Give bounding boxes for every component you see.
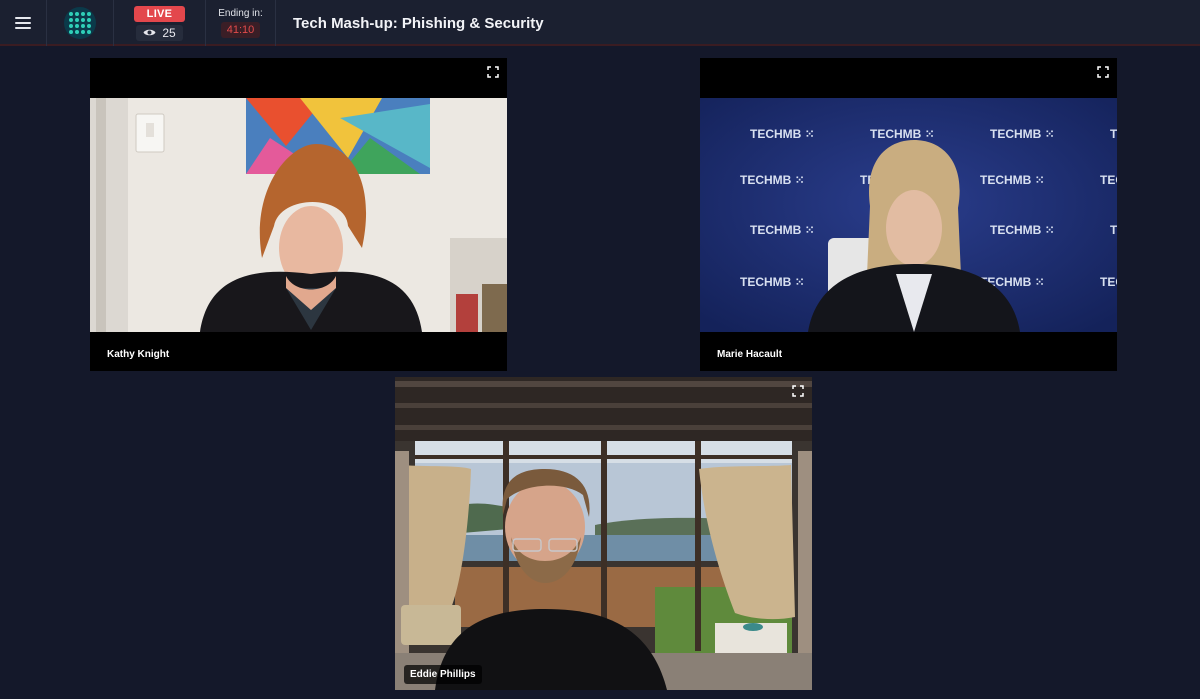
backdrop-logo: TECHMB ⁙ bbox=[1110, 127, 1117, 141]
backdrop-logo: TECHMB ⁙ bbox=[990, 223, 1055, 237]
backdrop-logo: TECHMB ⁙ bbox=[740, 173, 805, 187]
top-bar: LIVE 25 Ending in: 41:10 Tech Mash-up: P… bbox=[0, 0, 1200, 46]
countdown-timer: 41:10 bbox=[220, 22, 261, 38]
backdrop-logo: TECHMB ⁙ bbox=[1110, 223, 1117, 237]
participant-name: Kathy Knight bbox=[107, 349, 170, 360]
fullscreen-icon[interactable] bbox=[1097, 66, 1109, 78]
live-badge: LIVE bbox=[133, 5, 186, 22]
backdrop-logo: TECHMB ⁙ bbox=[980, 173, 1045, 187]
eye-icon bbox=[143, 29, 156, 36]
backdrop-logo: TECHMB ⁙ bbox=[1100, 275, 1117, 289]
logo-icon bbox=[64, 7, 96, 39]
backdrop-logo: TECHMB ⁙ bbox=[750, 127, 815, 141]
backdrop-logo: TECHMB ⁙ bbox=[1100, 173, 1117, 187]
backdrop-logo: TECHMB ⁙ bbox=[750, 223, 815, 237]
live-status: LIVE 25 bbox=[114, 0, 206, 46]
webcam-image bbox=[395, 377, 812, 690]
video-tile-kathy-knight[interactable]: Kathy Knight bbox=[90, 58, 507, 371]
video-feed bbox=[90, 98, 507, 332]
logo-container bbox=[47, 0, 114, 46]
viewer-count-value: 25 bbox=[162, 25, 176, 40]
participant-name: Eddie Phillips bbox=[404, 665, 482, 684]
backdrop-logo: TECHMB ⁙ bbox=[740, 275, 805, 289]
menu-button[interactable] bbox=[0, 0, 47, 46]
fullscreen-icon[interactable] bbox=[792, 385, 804, 397]
backdrop-logo: TECHMB ⁙ bbox=[870, 127, 935, 141]
video-tile-eddie-phillips[interactable]: Eddie Phillips bbox=[395, 377, 812, 690]
webcam-image bbox=[90, 98, 507, 332]
backdrop-logo: TECHMB ⁙ bbox=[990, 127, 1055, 141]
session-title-container: Tech Mash-up: Phishing & Security bbox=[276, 0, 544, 46]
video-feed: TECHMB ⁙ TECHMB ⁙ TECHMB ⁙ TECHMB ⁙ TECHMB ⁙… bbox=[700, 98, 1117, 332]
video-tile-marie-hacault[interactable]: TECHMB ⁙ TECHMB ⁙ TECHMB ⁙ TECHMB ⁙ TECHMB ⁙… bbox=[700, 58, 1117, 371]
participant-name: Marie Hacault bbox=[717, 349, 783, 360]
viewer-count: 25 bbox=[136, 24, 183, 41]
webcam-image: TECHMB ⁙ TECHMB ⁙ TECHMB ⁙ TECHMB ⁙ TECHMB ⁙… bbox=[700, 98, 1117, 332]
session-title: Tech Mash-up: Phishing & Security bbox=[293, 14, 544, 32]
fullscreen-icon[interactable] bbox=[487, 66, 499, 78]
hamburger-menu-icon bbox=[15, 17, 31, 29]
ending-label: Ending in: bbox=[218, 8, 263, 19]
countdown: Ending in: 41:10 bbox=[206, 0, 276, 46]
video-feed bbox=[395, 377, 812, 690]
